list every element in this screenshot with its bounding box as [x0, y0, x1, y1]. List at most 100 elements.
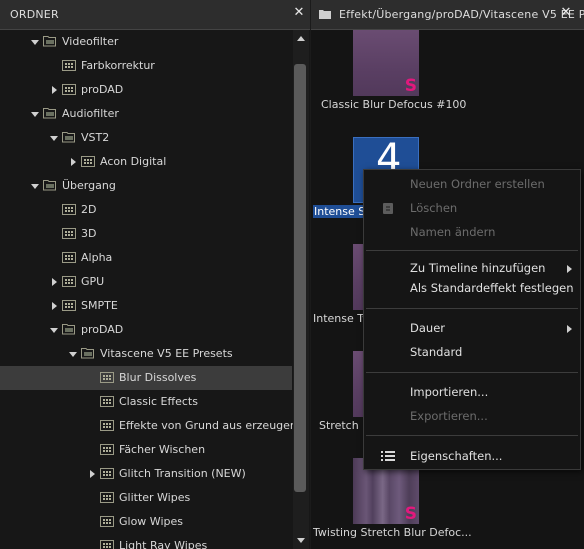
effect-folder-icon — [100, 372, 114, 383]
tree-scrollbar[interactable] — [293, 30, 309, 549]
tree-item-vitascene-v5-ee-presets[interactable]: Vitascene V5 EE Presets — [0, 342, 292, 366]
tree-item-label: Effekte von Grund aus erzeugen — [119, 419, 297, 432]
folders-panel: ORDNER ✕ Videofilter Farbkorrektur proDAD A… — [0, 0, 310, 549]
menu-item-löschen[interactable]: Löschen — [364, 197, 580, 219]
menu-item-eigenschaften[interactable]: Eigenschaften... — [364, 445, 580, 467]
effect-folder-icon — [62, 252, 76, 263]
tree-item-label: SMPTE — [81, 299, 118, 312]
folders-title: ORDNER — [10, 8, 59, 21]
menu-item-namen-ändern[interactable]: Namen ändern — [364, 221, 580, 243]
effect-folder-icon — [62, 300, 76, 311]
expand-arrow-right-icon[interactable] — [49, 300, 59, 312]
menu-item-zu-timeline-hinzufügen[interactable]: Zu Timeline hinzufügen — [364, 257, 580, 279]
tree-item-label: Classic Effects — [119, 395, 198, 408]
expand-arrow-down-icon[interactable] — [49, 132, 59, 144]
close-icon[interactable]: ✕ — [293, 6, 305, 19]
menu-item-neuen-ordner-erstellen[interactable]: Neuen Ordner erstellen — [364, 173, 580, 195]
expand-arrow-down-icon[interactable] — [30, 36, 40, 48]
tree-item-label: Light Ray Wipes — [119, 539, 208, 549]
tree-item-label: Übergang — [62, 179, 116, 192]
tree-item-label: Acon Digital — [100, 155, 167, 168]
tree-item-label: Glow Wipes — [119, 515, 183, 528]
tree-item-classic-effects[interactable]: Classic Effects — [0, 390, 292, 414]
open-folder-icon — [81, 348, 94, 359]
expand-arrow-right-icon[interactable] — [87, 468, 97, 480]
tree-item-vst2[interactable]: VST2 — [0, 126, 292, 150]
tree-item-label: Vitascene V5 EE Presets — [100, 347, 233, 360]
expand-arrow-down-icon[interactable] — [68, 348, 78, 360]
tree-item-glitch-transition-new[interactable]: Glitch Transition (NEW) — [0, 462, 292, 486]
menu-item-label: Eigenschaften... — [410, 449, 503, 463]
tree-item-light-ray-wipes[interactable]: Light Ray Wipes — [0, 534, 292, 549]
effect-badge: S — [404, 76, 417, 96]
open-folder-icon — [62, 132, 75, 143]
tree-item-glitter-wipes[interactable]: Glitter Wipes — [0, 486, 292, 510]
effect-folder-icon — [100, 420, 114, 431]
tree-item-label: GPU — [81, 275, 105, 288]
open-folder-icon — [43, 108, 56, 119]
tree-item-blur-dissolves[interactable]: Blur Dissolves — [0, 366, 292, 390]
expand-arrow-down-icon[interactable] — [49, 324, 59, 336]
tree-item-alpha[interactable]: Alpha — [0, 246, 292, 270]
menu-item-label: Löschen — [410, 201, 458, 215]
tree-item-videofilter[interactable]: Videofilter — [0, 30, 292, 54]
effect-folder-icon — [62, 276, 76, 287]
menu-item-importieren[interactable]: Importieren... — [364, 381, 580, 403]
tree-item-label: proDAD — [81, 323, 124, 336]
expand-arrow-right-icon[interactable] — [49, 276, 59, 288]
tree-item-gpu[interactable]: GPU — [0, 270, 292, 294]
menu-item-label: Namen ändern — [410, 225, 496, 239]
tree-item-label: Glitch Transition (NEW) — [119, 467, 246, 480]
close-icon[interactable]: ✕ — [560, 6, 572, 19]
tree-item-label: Glitter Wipes — [119, 491, 191, 504]
effect-folder-icon — [62, 60, 76, 71]
effect-folder-icon — [62, 228, 76, 239]
scrollbar-thumb[interactable] — [294, 64, 306, 492]
effect-folder-icon — [100, 516, 114, 527]
menu-item-als-standardeffekt-festlegen[interactable]: Als Standardeffekt festlegen — [364, 277, 580, 299]
submenu-arrow-icon — [567, 325, 572, 333]
open-folder-icon — [43, 180, 56, 191]
menu-item-dauer[interactable]: Dauer — [364, 317, 580, 339]
tree-item-3d[interactable]: 3D — [0, 222, 292, 246]
expand-arrow-down-icon[interactable] — [30, 108, 40, 120]
effect-folder-icon — [100, 492, 114, 503]
menu-item-label: Dauer — [410, 321, 445, 335]
menu-item-standard[interactable]: Standard — [364, 341, 580, 363]
tree-item-label: Alpha — [81, 251, 113, 264]
expand-arrow-right-icon[interactable] — [68, 156, 78, 168]
scroll-down-arrow-icon[interactable] — [297, 538, 305, 543]
menu-separator — [366, 372, 578, 373]
tree-item-smpte[interactable]: SMPTE — [0, 294, 292, 318]
breadcrumb-path: Effekt/Übergang/proDAD/Vitascene V5 EE P… — [339, 8, 584, 21]
tree-item-2d[interactable]: 2D — [0, 198, 292, 222]
tree-item-audiofilter[interactable]: Audiofilter — [0, 102, 292, 126]
effect-badge: S — [404, 504, 417, 524]
scroll-up-arrow-icon[interactable] — [297, 36, 305, 41]
menu-item-label: Zu Timeline hinzufügen — [410, 261, 546, 275]
menu-separator — [366, 308, 578, 309]
expand-arrow-down-icon[interactable] — [30, 180, 40, 192]
tree-item-farbkorrektur[interactable]: Farbkorrektur — [0, 54, 292, 78]
tree-item-prodad[interactable]: proDAD — [0, 78, 292, 102]
effect-label: Intense St — [313, 205, 371, 218]
tree-item-label: VST2 — [81, 131, 110, 144]
tree-item-prodad[interactable]: proDAD — [0, 318, 292, 342]
tree-item-label: Audiofilter — [62, 107, 119, 120]
tree-item-glow-wipes[interactable]: Glow Wipes — [0, 510, 292, 534]
trash-icon — [383, 203, 393, 214]
tree-item-acon-digital[interactable]: Acon Digital — [0, 150, 292, 174]
tree-item-fächer-wischen[interactable]: Fächer Wischen — [0, 438, 292, 462]
menu-item-label: Standard — [410, 345, 463, 359]
effect-thumbnail[interactable]: S — [353, 30, 419, 96]
tree-item-label: Videofilter — [62, 35, 119, 48]
tree-item-effekte-von-grund-aus-erzeugen[interactable]: Effekte von Grund aus erzeugen — [0, 414, 297, 438]
effect-folder-icon — [100, 444, 114, 455]
tree-item-übergang[interactable]: Übergang — [0, 174, 292, 198]
context-menu: Neuen Ordner erstellen Löschen Namen änder… — [363, 169, 581, 470]
expand-arrow-right-icon[interactable] — [49, 84, 59, 96]
menu-item-exportieren[interactable]: Exportieren... — [364, 405, 580, 427]
menu-separator — [366, 250, 578, 251]
tree-item-label: Farbkorrektur — [81, 59, 155, 72]
effect-folder-icon — [100, 468, 114, 479]
